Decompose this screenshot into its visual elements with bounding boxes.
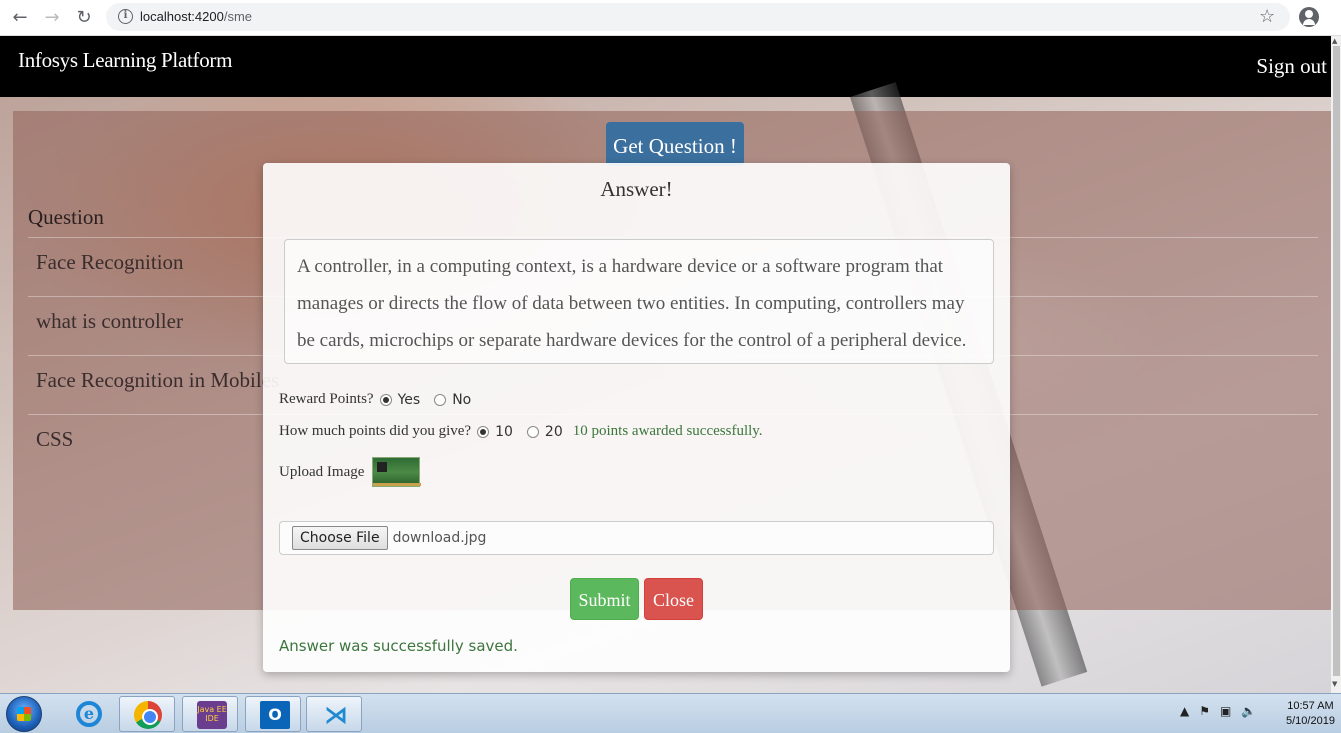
browser-toolbar: ← → ↻ i localhost:4200/sme ☆	[0, 0, 1341, 36]
upload-label: Upload Image	[279, 463, 365, 480]
chrome-icon	[134, 701, 162, 729]
upload-row: Upload Image	[279, 457, 422, 487]
action-center-flag-icon[interactable]: ⚑	[1199, 704, 1210, 718]
taskbar-chrome[interactable]	[119, 696, 175, 732]
taskbar-ie[interactable]: e	[60, 696, 116, 732]
tray-expand-icon[interactable]: ▲	[1180, 704, 1189, 718]
reward-no-radio[interactable]	[434, 393, 447, 406]
answer-modal: Answer! A controller, in a computing con…	[263, 163, 1010, 672]
selected-file-name: download.jpg	[392, 530, 487, 546]
taskbar-outlook[interactable]: O	[245, 696, 301, 732]
choose-file-button[interactable]: Choose File	[292, 526, 388, 550]
get-question-button[interactable]: Get Question !	[606, 122, 744, 166]
submit-button[interactable]: Submit	[570, 578, 639, 620]
points-success-message: 10 points awarded successfully.	[572, 423, 763, 439]
points-10-radio[interactable]	[477, 425, 490, 438]
brand-title[interactable]: Infosys Learning Platform	[18, 48, 232, 73]
start-button-icon[interactable]	[6, 696, 42, 732]
reward-row: Reward Points? Yes No	[279, 391, 475, 408]
points-20-radio[interactable]	[526, 425, 539, 438]
reload-icon[interactable]: ↻	[72, 6, 96, 30]
windows-taskbar: e Java EE IDE O ⋊ ▲ ⚑ ▣ 🔈 10:57 AM 5/10/…	[0, 693, 1341, 733]
reward-no-label: No	[452, 391, 472, 408]
scrollbar-thumb[interactable]	[1333, 46, 1340, 676]
taskbar-clock[interactable]: 10:57 AM 5/10/2019	[1286, 699, 1335, 729]
file-input[interactable]: Choose File download.jpg	[279, 521, 994, 555]
address-bar[interactable]: i localhost:4200/sme	[106, 3, 1290, 31]
system-tray: ▲ ⚑ ▣ 🔈	[1180, 704, 1256, 718]
url-host: localhost:4200	[140, 9, 224, 24]
forward-arrow-icon[interactable]: →	[40, 6, 64, 30]
outlook-icon: O	[260, 701, 290, 729]
points-label: How much points did you give?	[279, 423, 472, 439]
account-icon[interactable]	[1299, 7, 1319, 27]
answer-textarea[interactable]: A controller, in a computing context, is…	[284, 239, 994, 364]
question-heading: Question	[28, 205, 104, 229]
vscode-icon: ⋊	[324, 701, 348, 729]
uploaded-image-thumbnail	[372, 457, 422, 487]
internet-explorer-icon: e	[76, 701, 102, 727]
taskbar-vscode[interactable]: ⋊	[306, 696, 362, 732]
scroll-up-icon[interactable]: ▲	[1332, 37, 1337, 45]
network-icon[interactable]: ▣	[1220, 704, 1231, 718]
app-navbar: Infosys Learning Platform Sign out	[0, 36, 1331, 97]
signout-link[interactable]: Sign out	[1256, 54, 1327, 79]
bookmark-star-icon[interactable]: ☆	[1259, 6, 1275, 27]
saved-message: Answer was successfully saved.	[279, 637, 518, 655]
modal-title: Answer!	[600, 177, 673, 201]
reward-yes-radio[interactable]	[379, 393, 392, 406]
java-ee-ide-icon: Java EE IDE	[197, 701, 227, 729]
points-10-label: 10	[495, 423, 513, 440]
url-text[interactable]: localhost:4200/sme	[140, 9, 252, 24]
close-button[interactable]: Close	[644, 578, 703, 620]
url-path: /sme	[223, 9, 253, 24]
points-row: How much points did you give? 10 20 10 p…	[279, 423, 763, 440]
back-arrow-icon[interactable]: ←	[8, 6, 32, 30]
points-20-label: 20	[544, 423, 563, 440]
info-icon[interactable]: i	[118, 9, 133, 24]
clock-date: 5/10/2019	[1286, 715, 1335, 727]
clock-time: 10:57 AM	[1287, 700, 1334, 712]
reward-label: Reward Points?	[279, 391, 374, 407]
taskbar-java-ide[interactable]: Java EE IDE	[182, 696, 238, 732]
scroll-down-icon[interactable]: ▼	[1332, 680, 1337, 688]
reward-yes-label: Yes	[397, 391, 421, 408]
volume-icon[interactable]: 🔈	[1241, 704, 1256, 718]
